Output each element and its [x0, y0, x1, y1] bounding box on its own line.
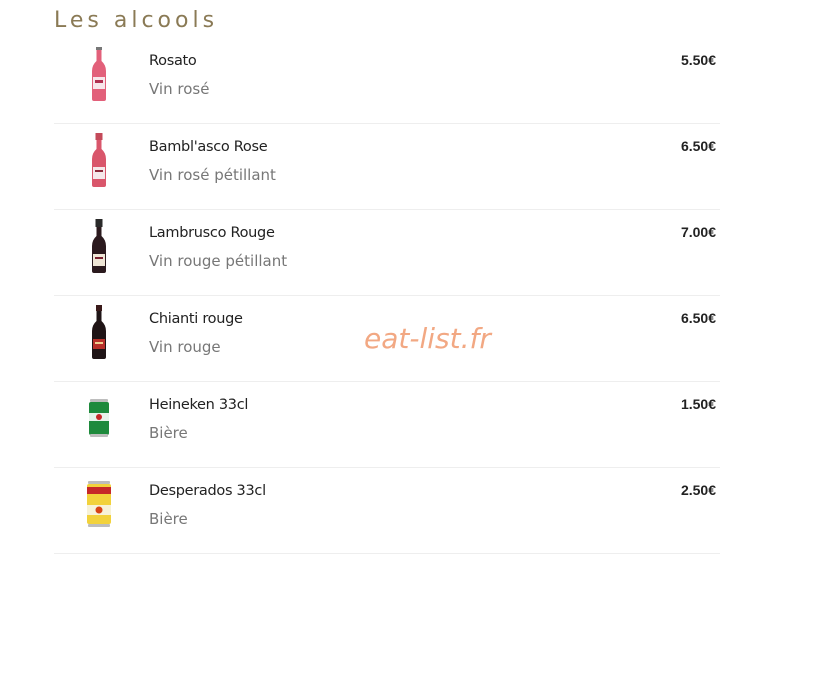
menu-item[interactable]: Heineken 33cl Bière 1.50€ [54, 382, 720, 468]
item-price: 7.00€ [680, 224, 716, 240]
item-description: Vin rosé [149, 80, 210, 98]
rose-wine-bottle-icon [74, 46, 124, 102]
section-title: Les alcools [54, 8, 219, 33]
menu-item[interactable]: Desperados 33cl Bière 2.50€ [54, 468, 720, 554]
watermark: eat-list.fr [364, 322, 491, 355]
item-price: 6.50€ [680, 310, 716, 326]
item-name: Lambrusco Rouge [149, 225, 275, 241]
item-description: Vin rouge [149, 338, 221, 356]
item-price: 1.50€ [680, 396, 716, 412]
menu-item[interactable]: Rosato Vin rosé 5.50€ [54, 38, 720, 124]
item-description: Vin rosé pétillant [149, 166, 276, 184]
red-wine-bottle-icon [74, 304, 124, 360]
item-name: Desperados 33cl [149, 483, 266, 499]
desperados-can-icon [74, 476, 124, 532]
item-name: Heineken 33cl [149, 397, 249, 413]
menu-list: Rosato Vin rosé 5.50€ Bambl'asco Rose Vi… [54, 38, 720, 554]
sparkling-rose-bottle-icon [74, 132, 124, 188]
menu-item[interactable]: Bambl'asco Rose Vin rosé pétillant 6.50€ [54, 124, 720, 210]
item-description: Bière [149, 424, 188, 442]
item-price: 6.50€ [680, 138, 716, 154]
item-price: 2.50€ [680, 482, 716, 498]
menu-item[interactable]: Lambrusco Rouge Vin rouge pétillant 7.00… [54, 210, 720, 296]
item-name: Bambl'asco Rose [149, 139, 268, 155]
red-sparkling-bottle-icon [74, 218, 124, 274]
item-name: Chianti rouge [149, 311, 243, 327]
item-price: 5.50€ [680, 52, 716, 68]
item-description: Bière [149, 510, 188, 528]
item-description: Vin rouge pétillant [149, 252, 288, 270]
heineken-can-icon [74, 390, 124, 446]
item-name: Rosato [149, 53, 197, 69]
